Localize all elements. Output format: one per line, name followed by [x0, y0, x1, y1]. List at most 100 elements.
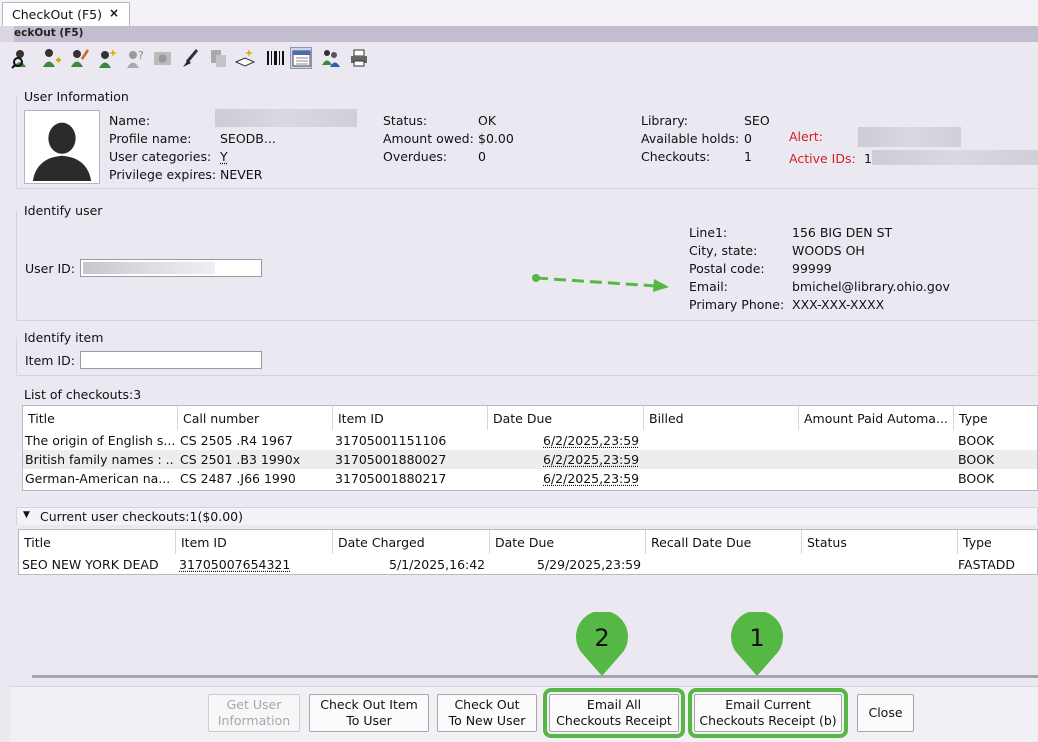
user-new-icon[interactable] — [96, 47, 118, 69]
user-id-input[interactable] — [80, 259, 262, 277]
column-header-status[interactable]: Status — [802, 530, 958, 554]
active-ids-value: 1 — [864, 151, 872, 166]
table-row[interactable]: The origin of English s... CS 2505 .R4 1… — [23, 431, 1037, 450]
column-header-date-due[interactable]: Date Due — [490, 530, 646, 554]
brush-icon[interactable] — [180, 47, 202, 69]
user-add-icon[interactable] — [40, 47, 62, 69]
column-header-type[interactable]: Type — [958, 530, 1037, 554]
checkouts-list-title: List of checkouts:3 — [24, 387, 142, 402]
button-label: To User — [346, 713, 392, 728]
column-header-item-id[interactable]: Item ID — [333, 406, 488, 430]
email-current-checkouts-receipt-button[interactable]: Email Current Checkouts Receipt (b) — [688, 688, 848, 738]
cell-date-charged: 5/1/2025,16:42 — [389, 557, 486, 572]
user-id-label: User ID: — [25, 261, 75, 276]
button-label: Check Out — [454, 697, 520, 712]
button-label: Checkouts Receipt (b) — [699, 713, 837, 728]
current-checkouts-title: Current user checkouts:1($0.00) — [40, 509, 243, 524]
identify-user-title: Identify user — [24, 203, 103, 218]
postal-code-value: 99999 — [792, 261, 832, 276]
email-label: Email: — [689, 279, 728, 294]
close-tab-icon[interactable]: × — [109, 6, 119, 20]
close-button[interactable]: Close — [857, 694, 914, 732]
cell-date-due[interactable]: 6/2/2025,23:59 — [543, 471, 639, 486]
status-label: Status: — [383, 113, 428, 128]
cell-item-id[interactable]: 31705007654321 — [179, 557, 290, 572]
splitter[interactable] — [32, 675, 1038, 678]
column-header-recall-date-due[interactable]: Recall Date Due — [646, 530, 802, 554]
overdues-value: 0 — [478, 149, 486, 164]
name-label: Name: — [109, 113, 151, 128]
svg-text:?: ? — [138, 49, 144, 62]
dashed-arrow-icon — [532, 274, 669, 292]
cell-type: BOOK — [958, 471, 995, 486]
calendar-icon[interactable] — [290, 47, 312, 69]
column-header-title[interactable]: Title — [23, 406, 178, 430]
printer-icon[interactable] — [348, 47, 370, 69]
overdues-label: Overdues: — [383, 149, 448, 164]
button-label: Get User — [226, 697, 282, 712]
column-header-type[interactable]: Type — [954, 406, 1037, 430]
privilege-expires-value: NEVER — [220, 167, 263, 182]
users-group-icon[interactable] — [320, 47, 342, 69]
column-header-amount-paid[interactable]: Amount Paid Automa... — [799, 406, 954, 430]
profile-name-label: Profile name: — [109, 131, 192, 146]
item-id-input[interactable] — [80, 351, 262, 369]
button-label: Checkouts Receipt — [556, 713, 672, 728]
button-label: Check Out Item — [320, 697, 418, 712]
check-out-new-user-button[interactable]: Check Out To New User — [437, 694, 537, 732]
user-categories-value[interactable]: Y — [220, 149, 228, 164]
tab-checkout[interactable]: CheckOut (F5) × — [2, 2, 130, 26]
table-row[interactable]: SEO NEW YORK DEAD 31705007654321 5/1/202… — [19, 555, 1037, 574]
alert-value-redacted — [858, 127, 961, 147]
current-checkouts-header[interactable]: ▼ Current user checkouts:1($0.00) — [16, 507, 1038, 525]
checkouts-count-value: 1 — [744, 149, 752, 164]
available-holds-label: Available holds: — [641, 131, 740, 146]
column-header-call-number[interactable]: Call number — [178, 406, 333, 430]
get-user-information-button: Get User Information — [208, 694, 300, 732]
user-categories-label: User categories: — [109, 149, 212, 164]
column-header-item-id[interactable]: Item ID — [176, 530, 333, 554]
cell-type: FASTADD — [958, 557, 1015, 572]
checkouts-count-label: Checkouts: — [641, 149, 711, 164]
status-value: OK — [478, 113, 497, 128]
check-out-item-button[interactable]: Check Out Item To User — [309, 694, 429, 732]
cell-call-number: CS 2505 .R4 1967 — [180, 433, 293, 448]
profile-name-value: SEODB... — [220, 131, 276, 146]
bill-icon[interactable] — [152, 47, 174, 69]
cell-title: The origin of English s... — [25, 433, 175, 448]
table-row[interactable]: German-American na... CS 2487 .J66 1990 … — [23, 469, 1037, 488]
book-add-icon[interactable] — [234, 47, 256, 69]
copy-icon[interactable] — [208, 47, 230, 69]
postal-code-label: Postal code: — [689, 261, 765, 276]
cell-item-id: 31705001151106 — [335, 433, 447, 448]
tab-strip: CheckOut (F5) × — [0, 0, 1038, 27]
window-subtitle-bar: eckOut (F5) — [0, 26, 1038, 42]
collapse-arrow-icon[interactable]: ▼ — [23, 510, 30, 520]
city-state-label: City, state: — [689, 243, 758, 258]
cell-date-due[interactable]: 6/2/2025,23:59 — [543, 452, 639, 467]
amount-owed-label: Amount owed: — [383, 131, 474, 146]
user-unknown-icon[interactable]: ? — [124, 47, 146, 69]
email-all-checkouts-receipt-button[interactable]: Email All Checkouts Receipt — [543, 688, 685, 738]
name-value-redacted — [215, 109, 357, 127]
address-line1-value: 156 BIG DEN ST — [792, 225, 893, 240]
column-header-title[interactable]: Title — [19, 530, 176, 554]
button-label: To New User — [448, 713, 526, 728]
user-search-icon[interactable] — [10, 47, 32, 69]
active-ids-redacted — [872, 150, 1038, 165]
column-header-date-charged[interactable]: Date Charged — [333, 530, 490, 554]
cell-date-due[interactable]: 6/2/2025,23:59 — [543, 433, 639, 448]
column-header-billed[interactable]: Billed — [644, 406, 799, 430]
window-subtitle: eckOut (F5) — [14, 27, 84, 39]
barcode-icon[interactable] — [264, 47, 286, 69]
identify-item-title: Identify item — [24, 330, 104, 345]
table-row[interactable]: British family names : ... CS 2501 .B3 1… — [23, 450, 1037, 469]
library-label: Library: — [641, 113, 689, 128]
alert-label: Alert: — [789, 129, 823, 144]
user-edit-icon[interactable] — [68, 47, 90, 69]
cell-item-id: 31705001880027 — [335, 452, 447, 467]
column-header-date-due[interactable]: Date Due — [488, 406, 644, 430]
primary-phone-value: XXX-XXX-XXXX — [792, 297, 885, 312]
cell-call-number: CS 2501 .B3 1990x — [180, 452, 301, 467]
tab-title: CheckOut (F5) — [12, 7, 102, 22]
